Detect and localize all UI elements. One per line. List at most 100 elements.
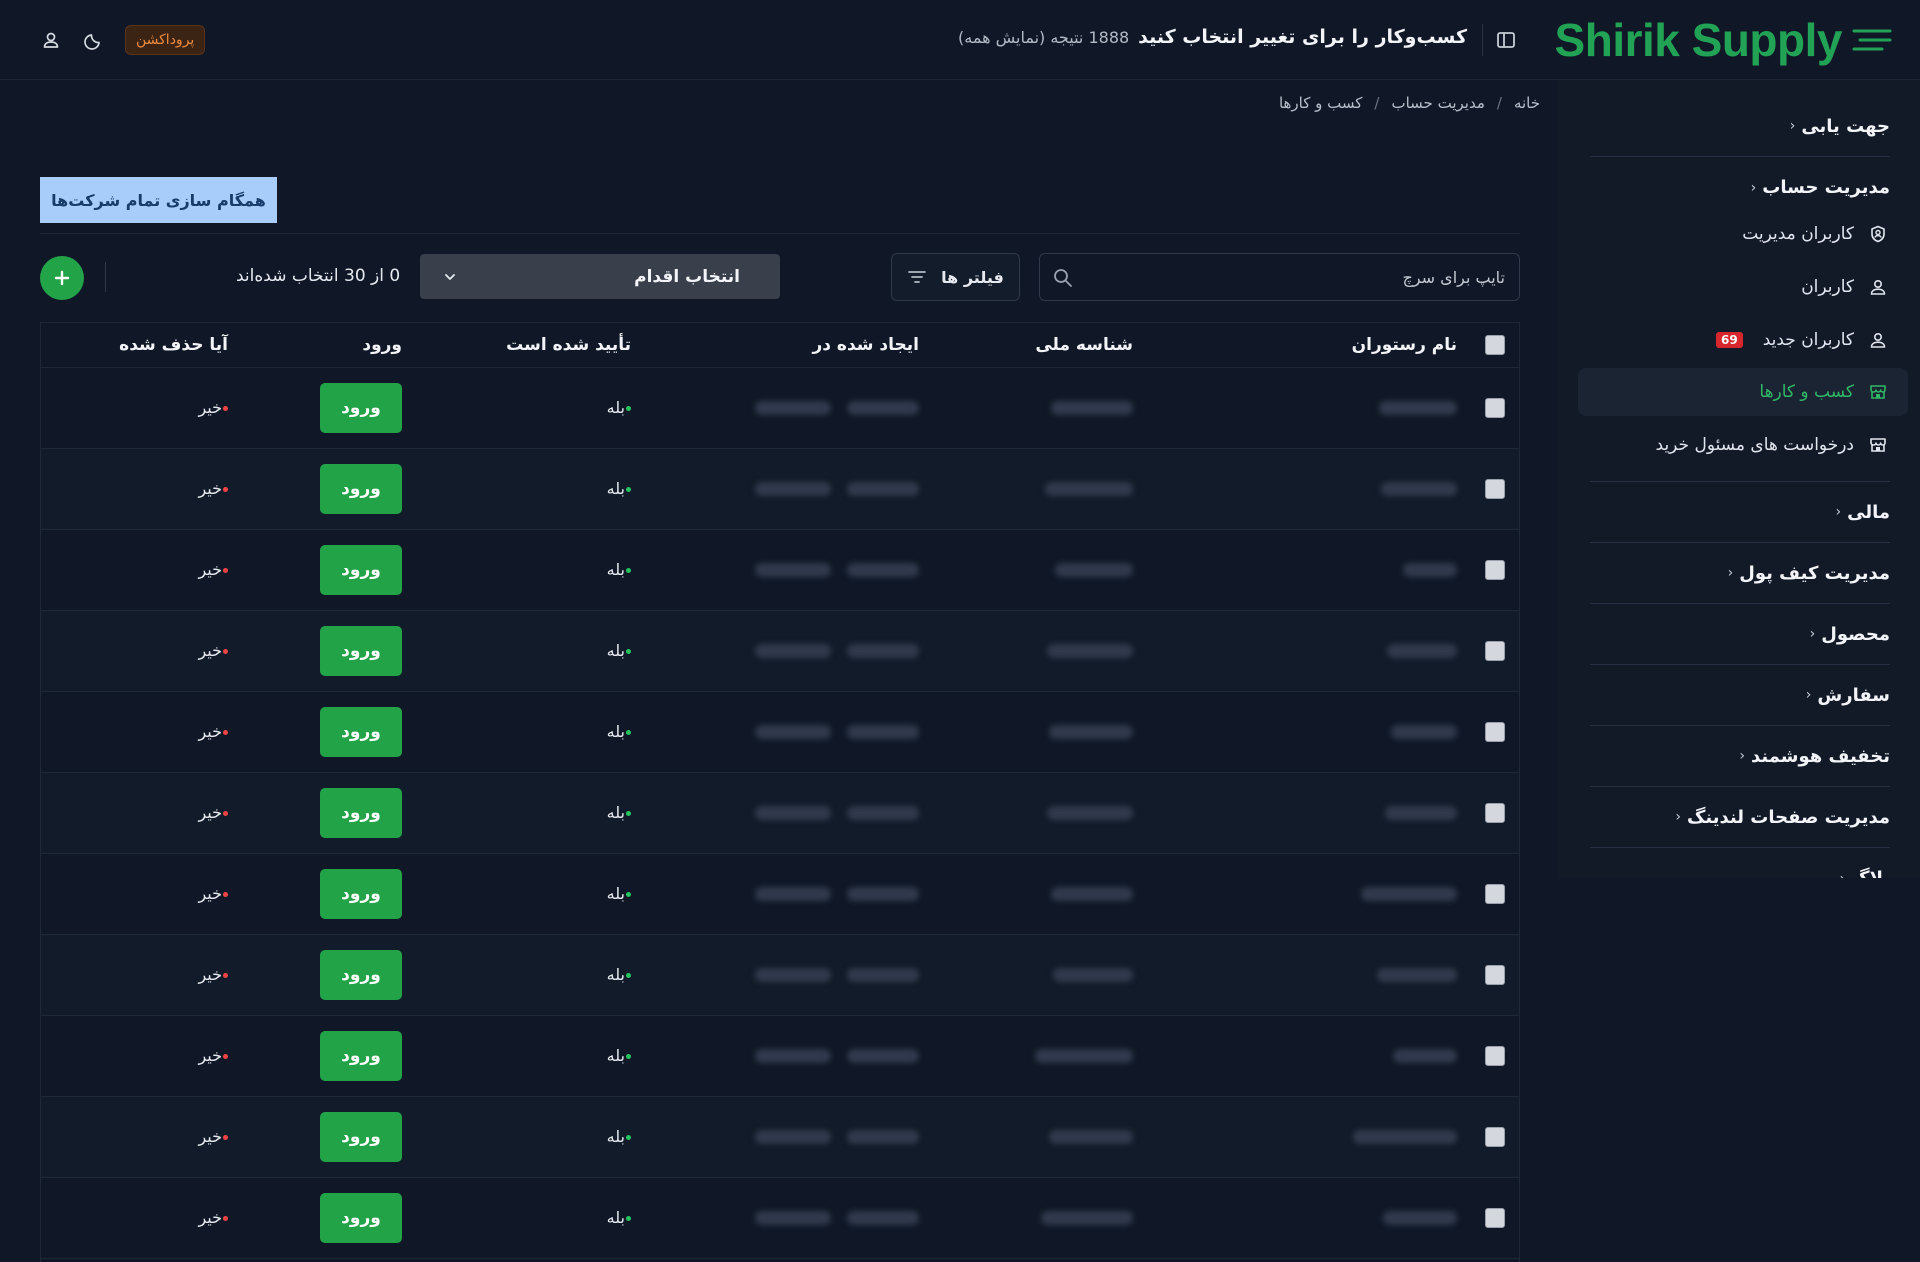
- sidebar-item-new-users[interactable]: کاربران جدید 69: [1578, 316, 1908, 364]
- sidebar-section-smart-discount[interactable]: تخفیف هوشمند ‹: [1590, 726, 1890, 787]
- status-dot: [626, 1135, 631, 1140]
- sidebar-item-businesses[interactable]: کسب و کارها: [1578, 368, 1908, 416]
- row-checkbox[interactable]: [1485, 398, 1505, 418]
- restaurant-name-redacted: [1403, 563, 1457, 577]
- restaurant-name-redacted: [1385, 806, 1457, 820]
- verified-value: بله: [606, 641, 625, 660]
- table-row[interactable]: بله ورود خیر: [41, 449, 1519, 530]
- deleted-value: خیر: [198, 479, 222, 498]
- national-id-redacted: [1047, 806, 1133, 820]
- sidebar-section-wallet[interactable]: مدیریت کیف پول ‹: [1590, 543, 1890, 604]
- national-id-redacted: [1047, 644, 1133, 658]
- login-button[interactable]: ورود: [320, 626, 402, 676]
- row-checkbox[interactable]: [1485, 1208, 1505, 1228]
- logo-text: Shirik Supply: [1554, 14, 1843, 66]
- table-row[interactable]: بله ورود خیر: [41, 611, 1519, 692]
- sidebar-section-product[interactable]: محصول ‹: [1590, 604, 1890, 665]
- breadcrumb: خانه / مدیریت حساب / کسب و کارها: [1279, 94, 1540, 112]
- sidebar-section-navigation[interactable]: جهت یابی ‹: [1590, 96, 1890, 157]
- business-switch-title[interactable]: کسب‌وکار را برای تغییر انتخاب کنید: [1138, 26, 1467, 48]
- deleted-value: خیر: [198, 641, 222, 660]
- login-button[interactable]: ورود: [320, 788, 402, 838]
- status-dot: [223, 1216, 228, 1221]
- column-header-deleted[interactable]: آیا حذف شده: [119, 335, 228, 355]
- deleted-cell: خیر: [198, 1127, 228, 1146]
- table-row[interactable]: بله ورود خیر: [41, 368, 1519, 449]
- table-header: نام رستوران شناسه ملی ایجاد شده در تأیید…: [41, 323, 1519, 368]
- login-button[interactable]: ورود: [320, 1031, 402, 1081]
- status-dot: [626, 892, 631, 897]
- deleted-cell: خیر: [198, 965, 228, 984]
- sidebar-section-label: بلاگ: [1851, 868, 1890, 878]
- add-business-button[interactable]: [40, 256, 84, 300]
- table-row[interactable]: بله ورود خیر: [41, 773, 1519, 854]
- sidebar-section-order[interactable]: سفارش ‹: [1590, 665, 1890, 726]
- deleted-cell: خیر: [198, 884, 228, 903]
- filters-button[interactable]: فیلتر ها: [891, 253, 1020, 301]
- table-row[interactable]: بله ورود خیر: [41, 854, 1519, 935]
- brand-logo[interactable]: Shirik Supply: [1555, 12, 1892, 68]
- column-header-national-id[interactable]: شناسه ملی: [1035, 335, 1133, 355]
- login-button[interactable]: ورود: [320, 545, 402, 595]
- login-button[interactable]: ورود: [320, 950, 402, 1000]
- sidebar-item-label: درخواست های مسئول خرید: [1655, 435, 1854, 455]
- table-row[interactable]: بله ورود خیر: [41, 530, 1519, 611]
- sync-all-companies-button[interactable]: همگام سازی تمام شرکت‌ها: [40, 177, 277, 223]
- login-button[interactable]: ورود: [320, 464, 402, 514]
- table-row[interactable]: بله ورود خیر: [41, 1178, 1519, 1259]
- deleted-cell: خیر: [198, 803, 228, 822]
- row-checkbox[interactable]: [1485, 722, 1505, 742]
- breadcrumb-separator: /: [1374, 94, 1380, 112]
- sidebar-section-blog[interactable]: بلاگ ‹: [1590, 848, 1890, 878]
- row-checkbox[interactable]: [1485, 641, 1505, 661]
- national-id-redacted: [1035, 1049, 1133, 1063]
- store-icon: [1868, 382, 1888, 402]
- moon-icon[interactable]: [82, 28, 106, 52]
- deleted-value: خیر: [198, 1046, 222, 1065]
- sidebar-toggle-icon[interactable]: [1494, 28, 1518, 52]
- row-checkbox[interactable]: [1485, 965, 1505, 985]
- row-checkbox[interactable]: [1485, 560, 1505, 580]
- breadcrumb-home[interactable]: خانه: [1514, 94, 1540, 112]
- sidebar-section-landing-pages[interactable]: مدیریت صفحات لندینگ ‹: [1590, 787, 1890, 848]
- restaurant-name-redacted: [1391, 725, 1457, 739]
- bulk-action-select[interactable]: انتخاب اقدام: [420, 254, 780, 299]
- row-checkbox[interactable]: [1485, 1046, 1505, 1066]
- sidebar-item-purchase-requests[interactable]: درخواست های مسئول خرید: [1578, 421, 1908, 469]
- sidebar-item-users[interactable]: کاربران: [1578, 263, 1908, 311]
- login-button[interactable]: ورود: [320, 1193, 402, 1243]
- sidebar-item-label: کاربران مدیریت: [1742, 224, 1854, 244]
- chevron-down-icon: [445, 273, 455, 280]
- row-checkbox[interactable]: [1485, 803, 1505, 823]
- search-input[interactable]: [1080, 254, 1505, 300]
- verified-value: بله: [606, 1208, 625, 1227]
- status-dot: [626, 649, 631, 654]
- login-button[interactable]: ورود: [320, 1112, 402, 1162]
- table-row[interactable]: بله ورود خیر: [41, 1097, 1519, 1178]
- table-row[interactable]: بله ورود خیر: [41, 935, 1519, 1016]
- sidebar-section-account[interactable]: مدیریت حساب ‹: [1590, 157, 1890, 218]
- sidebar-item-admin-users[interactable]: کاربران مدیریت: [1578, 210, 1908, 258]
- login-button[interactable]: ورود: [320, 707, 402, 757]
- user-profile-icon[interactable]: [39, 28, 63, 52]
- column-header-created-at[interactable]: ایجاد شده در: [813, 335, 920, 355]
- row-checkbox[interactable]: [1485, 884, 1505, 904]
- column-header-verified[interactable]: تأیید شده است: [506, 335, 631, 355]
- created-date-redacted: [755, 563, 831, 577]
- login-button[interactable]: ورود: [320, 383, 402, 433]
- select-all-checkbox[interactable]: [1485, 335, 1505, 355]
- new-users-count-badge: 69: [1716, 332, 1743, 348]
- restaurant-name-redacted: [1353, 1130, 1457, 1144]
- sidebar-section-finance[interactable]: مالی ‹: [1590, 482, 1890, 543]
- chevron-left-icon: ‹: [1675, 809, 1681, 825]
- column-header-name[interactable]: نام رستوران: [1352, 335, 1457, 355]
- status-dot: [223, 1054, 228, 1059]
- row-checkbox[interactable]: [1485, 479, 1505, 499]
- row-checkbox[interactable]: [1485, 1127, 1505, 1147]
- status-dot: [626, 487, 631, 492]
- table-row[interactable]: بله ورود خیر: [41, 1016, 1519, 1097]
- table-row[interactable]: بله ورود خیر: [41, 692, 1519, 773]
- login-button[interactable]: ورود: [320, 869, 402, 919]
- breadcrumb-account[interactable]: مدیریت حساب: [1391, 94, 1484, 112]
- chevron-left-icon: ‹: [1840, 871, 1846, 879]
